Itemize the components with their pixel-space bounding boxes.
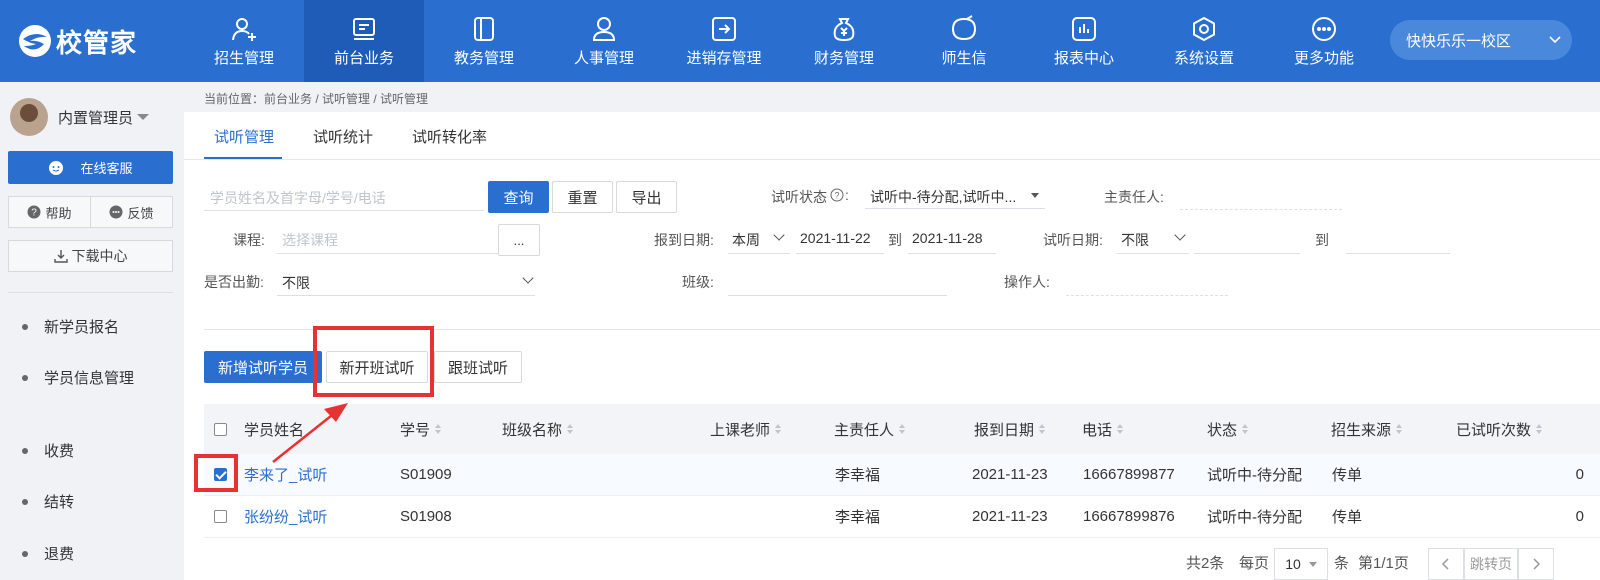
annotation-arrow-icon [272, 403, 348, 463]
